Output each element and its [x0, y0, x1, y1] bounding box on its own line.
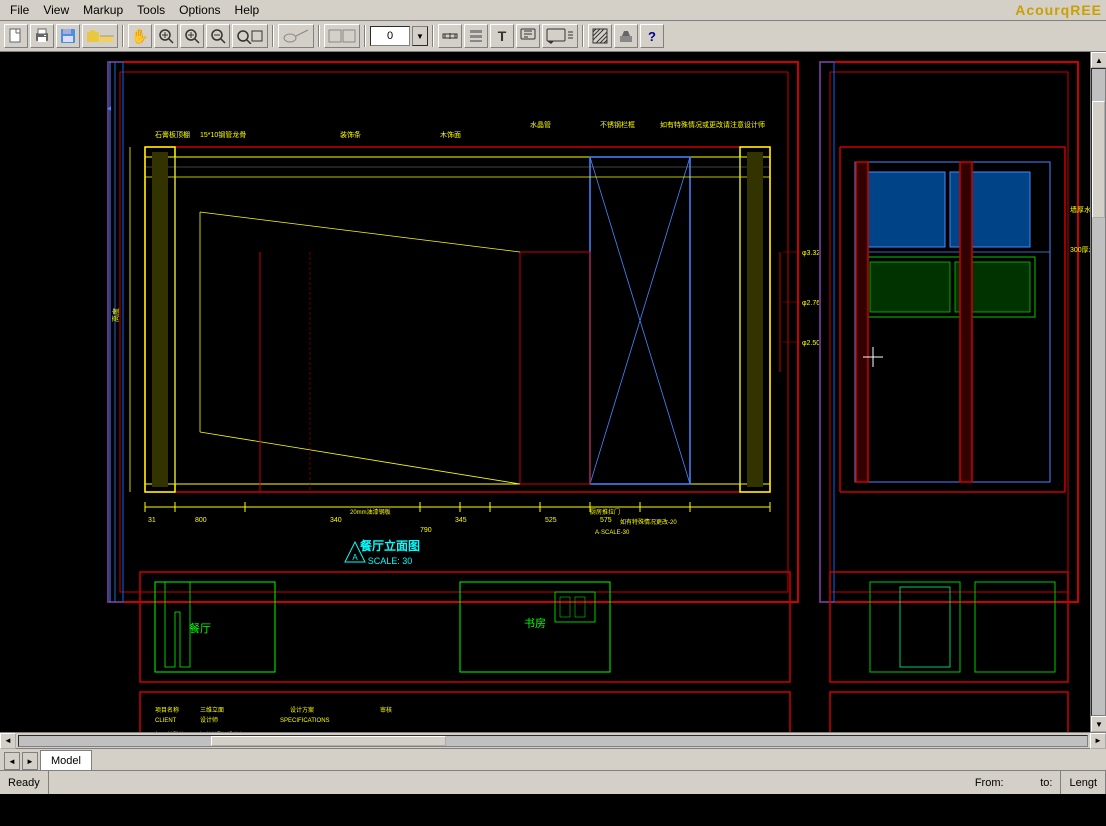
separator-3 — [318, 25, 320, 47]
svg-text:φ3.32: φ3.32 — [802, 250, 820, 257]
from-label: From: — [975, 777, 1004, 789]
status-bar: Ready From: to: Lengt — [0, 770, 1106, 794]
callout2-button[interactable] — [542, 24, 578, 48]
hscroll-track — [18, 735, 1088, 747]
scroll-down-button[interactable]: ▼ — [1091, 716, 1106, 732]
svg-text:装饰条: 装饰条 — [340, 130, 361, 139]
svg-text:如有特殊情况或更改请注意设计师: 如有特殊情况或更改请注意设计师 — [660, 120, 765, 129]
svg-text:项目名称: 项目名称 — [155, 706, 179, 714]
zoom-out-button[interactable] — [206, 24, 230, 48]
markup-button[interactable] — [278, 24, 314, 48]
svg-text:审核: 审核 — [380, 706, 392, 714]
menu-tools[interactable]: Tools — [131, 1, 171, 19]
svg-text:525: 525 — [545, 517, 557, 524]
svg-text:三维立面: 三维立面 — [200, 706, 224, 714]
measure-button[interactable] — [438, 24, 462, 48]
svg-text:φ2.76: φ2.76 — [802, 300, 820, 307]
callout-button[interactable] — [516, 24, 540, 48]
hscroll-thumb[interactable] — [211, 736, 446, 746]
pan-button[interactable]: ✋ — [128, 24, 152, 48]
svg-text:石膏板顶棚: 石膏板顶棚 — [155, 130, 190, 139]
status-empty — [49, 771, 967, 794]
vertical-scrollbar: ▲ ▼ — [1090, 52, 1106, 732]
tabs-bar: ◄ ► Model — [0, 748, 1106, 770]
svg-text:高度: 高度 — [111, 308, 120, 322]
svg-text:790: 790 — [420, 527, 432, 534]
compare-button[interactable] — [324, 24, 360, 48]
layer-input[interactable] — [370, 26, 410, 46]
properties-button[interactable] — [464, 24, 488, 48]
scroll-up-button[interactable]: ▲ — [1091, 52, 1106, 68]
text-button[interactable]: T — [490, 24, 514, 48]
length-label: Lengt — [1069, 777, 1097, 789]
cad-viewport[interactable]: ▲ — [0, 52, 1090, 732]
svg-text:31: 31 — [148, 517, 156, 524]
svg-text:墙厚水泥: 墙厚水泥 — [1070, 205, 1090, 214]
menu-view[interactable]: View — [37, 1, 75, 19]
ready-text: Ready — [8, 777, 40, 789]
separator-5 — [432, 25, 434, 47]
svg-text:800: 800 — [195, 517, 207, 524]
status-ready: Ready — [0, 771, 49, 794]
svg-text:餐厅立面图: 餐厅立面图 — [360, 538, 420, 553]
svg-text:设计方案: 设计方案 — [290, 706, 314, 714]
svg-text:300厚水泥: 300厚水泥 — [1070, 245, 1090, 254]
model-tab[interactable]: Model — [40, 750, 92, 770]
scroll-right-button[interactable]: ► — [1090, 733, 1106, 749]
menu-file[interactable]: File — [4, 1, 35, 19]
svg-text:如有特殊情况更改-20: 如有特殊情况更改-20 — [620, 518, 677, 526]
svg-text:A·SCALE-30: A·SCALE-30 — [595, 530, 630, 536]
svg-text:CLIENT: CLIENT — [155, 718, 177, 724]
new-button[interactable] — [4, 24, 28, 48]
separator-1 — [122, 25, 124, 47]
save-button[interactable] — [56, 24, 80, 48]
svg-text:木饰面: 木饰面 — [440, 130, 461, 139]
cad-drawing: ▲ — [0, 52, 1090, 732]
svg-text:20mm油漆钢板: 20mm油漆钢板 — [350, 508, 391, 516]
tab-prev-button[interactable]: ◄ — [4, 752, 20, 770]
zoom-in-button[interactable] — [180, 24, 204, 48]
zoom-all-button[interactable] — [232, 24, 268, 48]
zoom-window-button[interactable] — [154, 24, 178, 48]
stamp-button[interactable] — [614, 24, 638, 48]
menubar: File View Markup Tools Options Help Acou… — [0, 0, 1106, 20]
svg-text:15*10钢管龙骨: 15*10钢管龙骨 — [200, 130, 246, 139]
menu-options[interactable]: Options — [173, 1, 226, 19]
svg-text:餐厅: 餐厅 — [189, 621, 211, 635]
main-area: ▲ — [0, 52, 1106, 732]
svg-text:厨房推拉门: 厨房推拉门 — [590, 508, 620, 516]
separator-2 — [272, 25, 274, 47]
scroll-left-button[interactable]: ◄ — [0, 733, 16, 749]
svg-text:设计师: 设计师 — [200, 716, 218, 724]
svg-text:A: A — [352, 553, 358, 562]
layer-dropdown[interactable]: ▼ — [412, 26, 428, 46]
help-button[interactable]: ? — [640, 24, 664, 48]
separator-4 — [364, 25, 366, 47]
app-logo: AcourqREE — [1015, 2, 1102, 18]
status-length: Lengt — [1061, 771, 1106, 794]
svg-text:SPECIFICATIONS: SPECIFICATIONS — [280, 718, 330, 724]
svg-text:不锈钢栏框: 不锈钢栏框 — [600, 120, 635, 129]
to-label: to: — [1040, 777, 1052, 789]
print-button[interactable] — [30, 24, 54, 48]
tab-next-button[interactable]: ► — [22, 752, 38, 770]
hatch-button[interactable] — [588, 24, 612, 48]
svg-text:▲: ▲ — [106, 105, 113, 112]
svg-text:水晶管: 水晶管 — [530, 120, 551, 129]
horizontal-scrollbar: ◄ ► — [0, 732, 1106, 748]
vscroll-thumb[interactable] — [1092, 101, 1105, 217]
svg-text:书房: 书房 — [524, 617, 546, 630]
separator-6 — [582, 25, 584, 47]
svg-text:345: 345 — [455, 517, 467, 524]
toolbar: ✋ ▼ T ? — [0, 20, 1106, 52]
status-from: From: to: — [967, 771, 1062, 794]
open-button[interactable] — [82, 24, 118, 48]
menu-help[interactable]: Help — [229, 1, 266, 19]
menu-markup[interactable]: Markup — [77, 1, 129, 19]
svg-text:340: 340 — [330, 517, 342, 524]
svg-text:SCALE: 30: SCALE: 30 — [368, 556, 413, 566]
svg-text:575: 575 — [600, 517, 612, 524]
svg-text:φ2.50: φ2.50 — [802, 340, 820, 347]
